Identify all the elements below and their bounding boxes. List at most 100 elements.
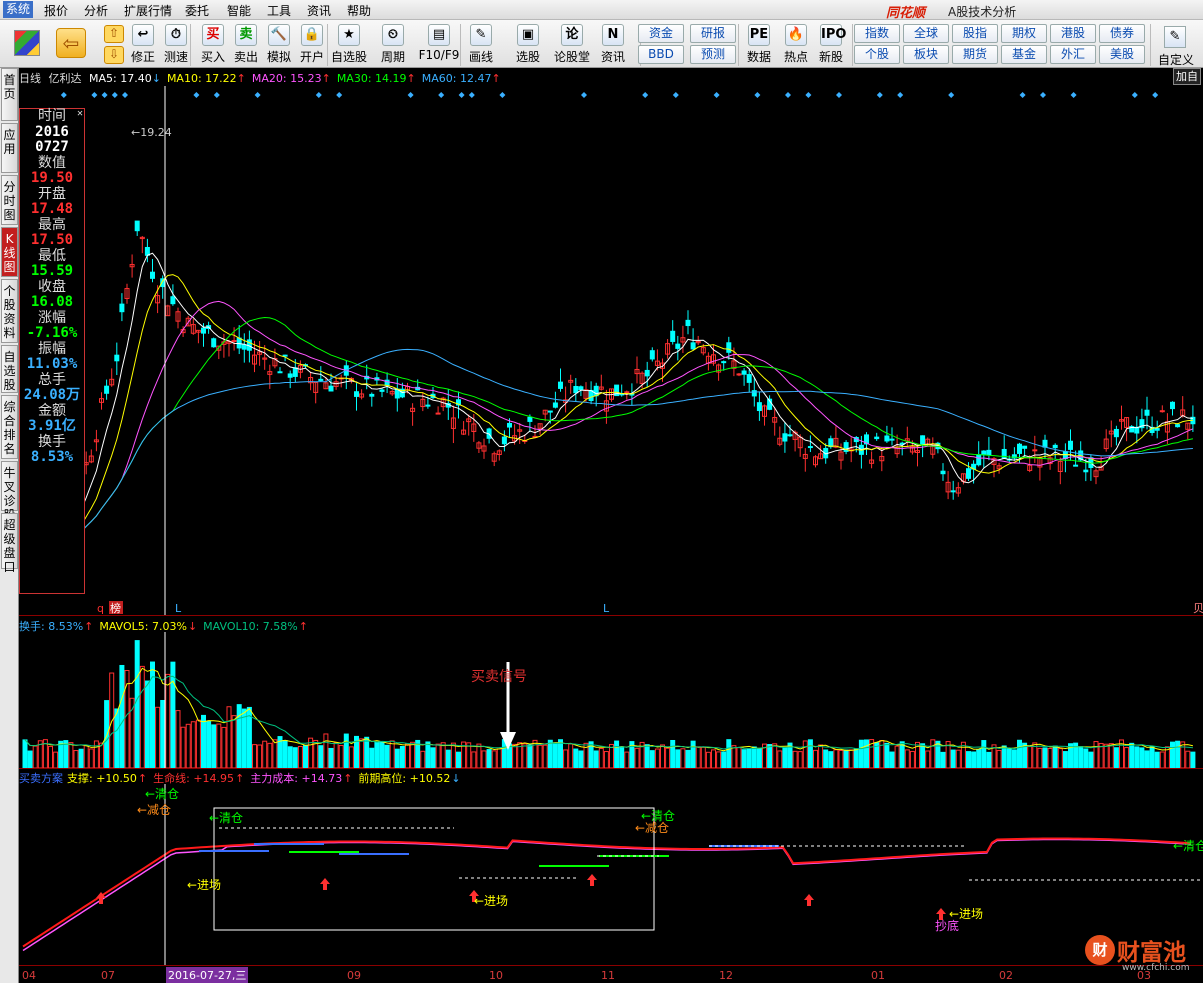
- quick-button[interactable]: 预测: [690, 45, 736, 64]
- close-icon[interactable]: ✕: [77, 106, 83, 122]
- speed-button[interactable]: ⏱ 测速: [161, 24, 191, 65]
- add-watchlist-button[interactable]: 加自: [1173, 68, 1201, 85]
- candle: [318, 378, 324, 381]
- menu-item[interactable]: 智能: [227, 2, 251, 19]
- reduce-position-label: ←减仓: [137, 803, 171, 817]
- market-button[interactable]: 外汇: [1050, 45, 1096, 64]
- candle: [1159, 410, 1165, 413]
- menu-item[interactable]: 帮助: [347, 2, 371, 19]
- market-button[interactable]: 期货: [952, 45, 998, 64]
- sell-button[interactable]: 卖卖出: [231, 24, 261, 65]
- toolbar-label: 热点: [783, 50, 808, 64]
- candle: [379, 389, 385, 392]
- volume-bar: [909, 750, 915, 768]
- data-button[interactable]: PE 数据: [744, 24, 774, 65]
- volume-bar: [282, 740, 288, 768]
- market-button[interactable]: 美股: [1099, 45, 1145, 64]
- market-button[interactable]: 板块: [903, 45, 949, 64]
- forum-button[interactable]: 论论股堂: [554, 24, 590, 65]
- volume-bar: [88, 748, 94, 768]
- sidebar-tab[interactable]: 首页: [1, 68, 18, 121]
- market-button[interactable]: 债券: [1099, 24, 1145, 43]
- watchlist-button[interactable]: ★ 自选股: [331, 24, 367, 65]
- market-button[interactable]: 期权: [1001, 24, 1047, 43]
- volume-bar: [772, 743, 778, 768]
- draw-button[interactable]: ✎ 画线: [466, 24, 496, 65]
- select-button[interactable]: ▣ 选股: [513, 24, 543, 65]
- menu-item[interactable]: 扩展行情: [124, 2, 172, 19]
- sidebar-tab[interactable]: 应用: [1, 123, 18, 173]
- market-button[interactable]: 指数: [854, 24, 900, 43]
- toolbar-label: 论股堂: [554, 50, 591, 64]
- toolbar-label: 资讯: [600, 50, 625, 64]
- quick-button[interactable]: BBD: [638, 45, 684, 64]
- menu-item[interactable]: 委托: [185, 2, 209, 19]
- candle: [1154, 428, 1160, 431]
- volume-bar: [802, 740, 808, 768]
- volume-bar: [1047, 747, 1053, 768]
- volume-bar: [435, 743, 441, 768]
- volume-bar: [394, 748, 400, 768]
- volume-bar: [1144, 750, 1150, 768]
- volume-bar: [369, 747, 375, 768]
- hot-button[interactable]: 🔥 热点: [781, 24, 811, 65]
- custom-icon[interactable]: ✎: [1164, 26, 1186, 48]
- volume-bar: [389, 740, 395, 768]
- quick-button[interactable]: 资金: [638, 24, 684, 43]
- market-button[interactable]: 基金: [1001, 45, 1047, 64]
- volume-bar: [996, 749, 1002, 768]
- volume-bar: [930, 739, 936, 768]
- down-icon[interactable]: ⇩: [104, 46, 124, 64]
- sidebar-tab[interactable]: 超级盘口: [1, 513, 18, 574]
- sidebar-tab[interactable]: 分时图: [1, 175, 18, 225]
- news-button[interactable]: N 资讯: [598, 24, 628, 65]
- sidebar-tab[interactable]: 牛叉诊股: [1, 461, 18, 522]
- layout-icon[interactable]: [14, 30, 40, 56]
- period-button[interactable]: ⏲ 周期: [375, 24, 411, 65]
- menu-item[interactable]: 工具: [267, 2, 291, 19]
- market-button[interactable]: 港股: [1050, 24, 1096, 43]
- market-button[interactable]: 股指: [952, 24, 998, 43]
- f10-button[interactable]: ▤ F10/F9: [418, 24, 460, 62]
- volume-bar: [1078, 746, 1084, 768]
- custom-button[interactable]: 自定义: [1158, 51, 1194, 68]
- signal-diamond: [1040, 92, 1046, 98]
- menu-item[interactable]: 报价: [44, 2, 68, 19]
- menu-item[interactable]: 分析: [84, 2, 108, 19]
- market-button[interactable]: 全球: [903, 24, 949, 43]
- signal-chart[interactable]: ←清仓←减仓←清仓←进场←进场←清仓←减仓←进场抄底←清仓: [19, 784, 1203, 965]
- toolbar-separator: [1150, 24, 1151, 66]
- up-icon[interactable]: ⇧: [104, 25, 124, 43]
- sidebar-tab[interactable]: 自选股: [1, 345, 18, 393]
- volume-bar: [338, 745, 344, 768]
- volume-chart[interactable]: [19, 632, 1203, 768]
- volume-bar: [573, 748, 579, 768]
- fix-button[interactable]: ↩ 修正: [128, 24, 158, 65]
- buy-button[interactable]: 买买入: [198, 24, 228, 65]
- ipo-button[interactable]: IPO 新股: [816, 24, 846, 65]
- menu-item[interactable]: 资讯: [307, 2, 331, 19]
- volume-bar: [272, 739, 278, 768]
- candle: [282, 354, 288, 357]
- volume-bar: [1011, 749, 1017, 768]
- market-button[interactable]: 个股: [854, 45, 900, 64]
- kline-chart[interactable]: ←19.24←11.99q榜LL贝: [19, 86, 1203, 616]
- ma-value: MA30: 14.19: [336, 72, 407, 85]
- volume-bar: [695, 746, 701, 768]
- sidebar-tab[interactable]: 个股资料: [1, 279, 18, 343]
- sidebar-tab[interactable]: K线图: [1, 227, 18, 277]
- simulate-button[interactable]: 🔨 模拟: [264, 24, 294, 65]
- volume-bar: [1093, 741, 1099, 768]
- open-account-button[interactable]: 🔒 开户: [297, 24, 327, 65]
- volume-bar: [680, 748, 686, 768]
- volume-bar: [792, 750, 798, 768]
- menu-item[interactable]: 系统: [3, 1, 34, 18]
- fix-icon: ↩: [132, 24, 154, 46]
- sidebar-tab[interactable]: 综合排名: [1, 395, 18, 459]
- volume-bar: [303, 744, 308, 768]
- x-axis-label: 11: [601, 969, 615, 982]
- chart-area[interactable]: 日线 亿利达 MA5: 17.40↓ MA10: 17.22↑ MA20: 15.2…: [19, 68, 1203, 983]
- quick-button[interactable]: 研报: [690, 24, 736, 43]
- back-button[interactable]: ⇦: [56, 28, 86, 58]
- candle: [1170, 401, 1175, 410]
